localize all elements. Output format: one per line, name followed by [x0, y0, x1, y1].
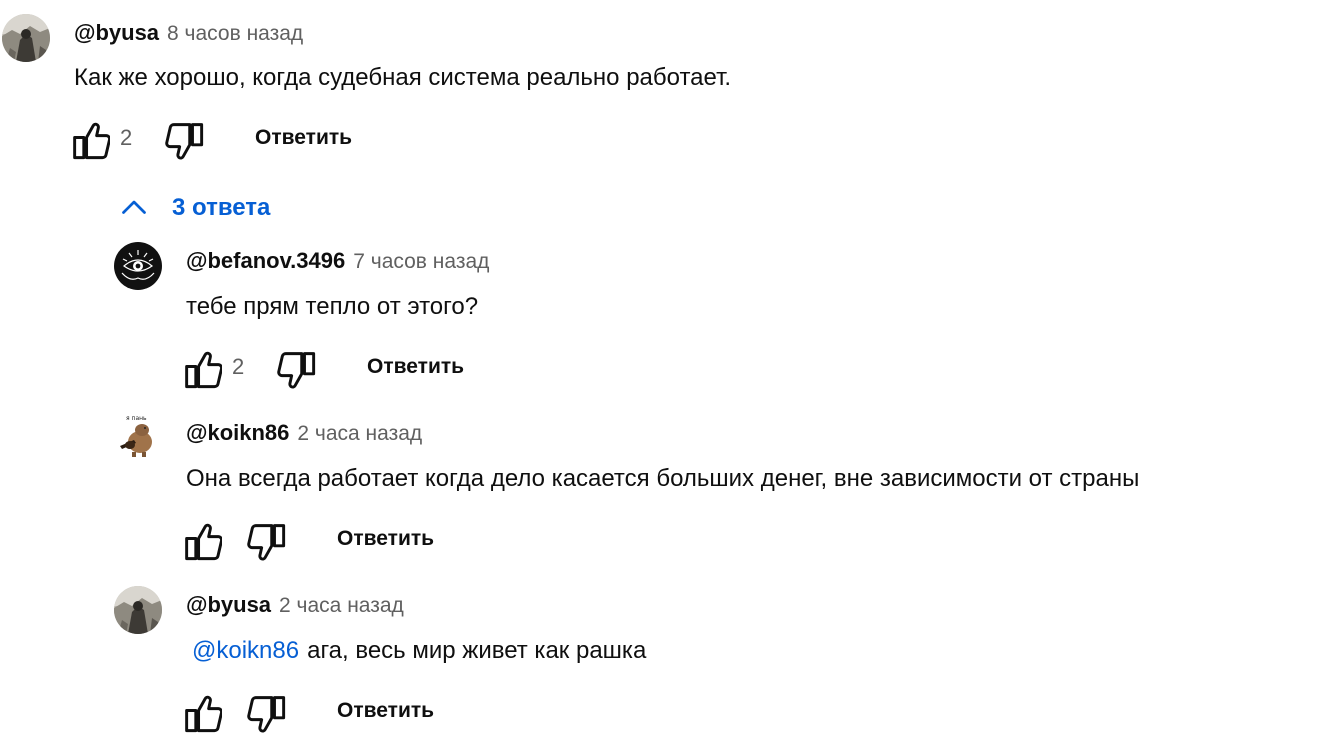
- comment-text: @koikn86 ага, весь мир живет как рашка: [192, 637, 646, 665]
- like-button[interactable]: [178, 689, 222, 733]
- thumbs-down-icon: [242, 517, 286, 561]
- capybara-guitar-avatar-icon: [114, 412, 162, 460]
- thumbs-down-icon: [160, 116, 204, 160]
- thumbs-down-icon: [242, 689, 286, 733]
- comment-header: @byusa 2 часа назад: [186, 592, 404, 618]
- avatar[interactable]: [114, 412, 162, 460]
- comment-actions: Ответить: [0, 689, 520, 733]
- dislike-button[interactable]: [160, 116, 204, 160]
- comment-header: @byusa 8 часов назад: [74, 20, 303, 46]
- comment-actions: Ответить: [0, 517, 520, 561]
- avatar[interactable]: [114, 242, 162, 290]
- comment-timestamp[interactable]: 2 часа назад: [297, 422, 422, 445]
- author-name[interactable]: @befanov.3496: [186, 248, 345, 273]
- comment-timestamp[interactable]: 8 часов назад: [167, 22, 303, 45]
- comment-timestamp[interactable]: 7 часов назад: [353, 250, 489, 273]
- thumbs-down-icon: [272, 345, 316, 389]
- comment-text: тебе прям тепло от этого?: [186, 293, 479, 320]
- author-name[interactable]: @byusa: [74, 20, 159, 45]
- comment-header: @koikn86 2 часа назад: [186, 420, 422, 446]
- thumbs-up-icon: [178, 345, 222, 389]
- comment-actions: 2 Ответить: [0, 345, 520, 389]
- author-name[interactable]: @byusa: [186, 592, 271, 617]
- comment-timestamp[interactable]: 2 часа назад: [279, 594, 404, 617]
- eye-logo-avatar-icon: [114, 242, 162, 290]
- comment-thread: @byusa 8 часов назад Как же хорошо, когда…: [0, 0, 1332, 744]
- dislike-button[interactable]: [242, 517, 286, 561]
- like-count: 2: [120, 125, 133, 150]
- like-button[interactable]: [66, 116, 110, 160]
- thumbs-up-icon: [66, 116, 110, 160]
- reply-button[interactable]: Ответить: [255, 116, 352, 160]
- dislike-button[interactable]: [242, 689, 286, 733]
- dislike-button[interactable]: [272, 345, 316, 389]
- author-name[interactable]: @koikn86: [186, 420, 289, 445]
- thumbs-up-icon: [178, 517, 222, 561]
- comment-header: @befanov.3496 7 часов назад: [186, 248, 489, 274]
- thumbs-up-icon: [178, 689, 222, 733]
- like-button[interactable]: [178, 345, 222, 389]
- replies-count-label: 3 ответа: [172, 194, 271, 221]
- reply-button[interactable]: Ответить: [337, 517, 434, 561]
- like-count: 2: [232, 354, 245, 379]
- comment-text: Как же хорошо, когда судебная система ре…: [74, 64, 732, 91]
- avatar[interactable]: [114, 586, 162, 634]
- reply-button[interactable]: Ответить: [367, 345, 464, 389]
- avatar[interactable]: [2, 14, 50, 62]
- replies-toggle[interactable]: 3 ответа: [116, 186, 270, 230]
- comment-actions: 2 Ответить: [0, 116, 400, 160]
- user-mention-link[interactable]: @koikn86: [192, 637, 299, 664]
- reply-button[interactable]: Ответить: [337, 689, 434, 733]
- chevron-up-icon: [122, 200, 146, 214]
- comment-text: Она всегда работает когда дело касается …: [186, 465, 1140, 492]
- user-avatar-photo-icon: [2, 14, 50, 62]
- user-avatar-photo-icon: [114, 586, 162, 634]
- like-button[interactable]: [178, 517, 222, 561]
- comment-body: ага, весь мир живет как рашка: [307, 637, 647, 664]
